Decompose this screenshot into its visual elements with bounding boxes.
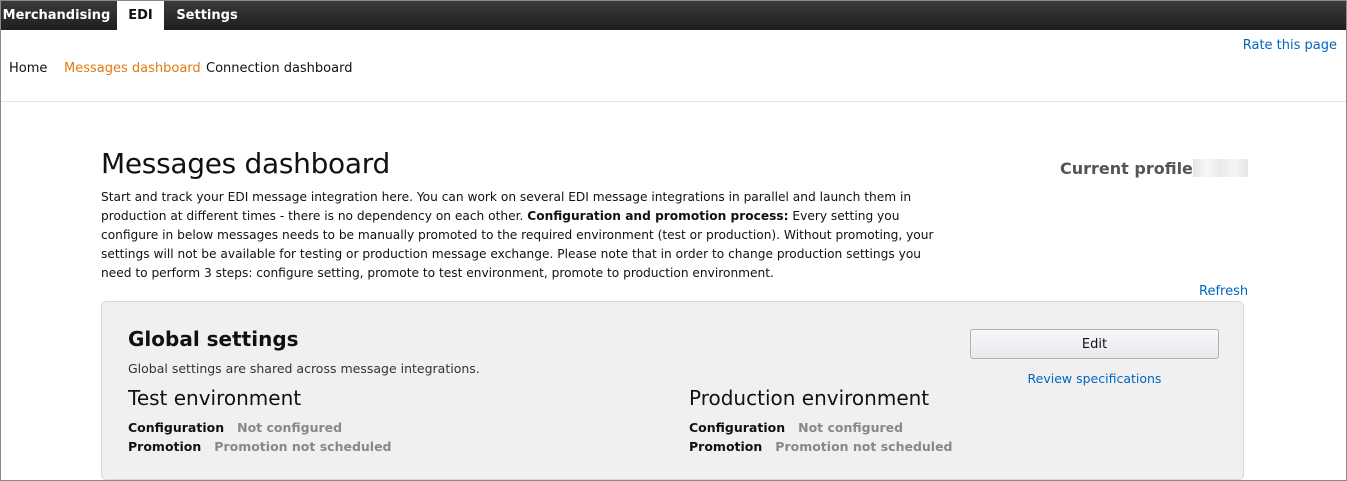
test-environment-title: Test environment [128,386,302,410]
current-profile: Current profile [1060,159,1248,178]
global-settings-panel: Global settings Global settings are shar… [101,301,1244,480]
tab-edi[interactable]: EDI [117,1,164,30]
global-settings-description: Global settings are shared across messag… [128,361,480,376]
tab-merchandising[interactable]: Merchandising [1,1,112,30]
intro-text: Start and track your EDI message integra… [101,190,912,223]
subnav-messages-dashboard-link[interactable]: Messages dashboard [64,61,201,76]
production-promotion-value: Promotion not scheduled [775,439,953,454]
edit-button[interactable]: Edit [970,329,1219,359]
test-configuration-label: Configuration [128,420,225,435]
production-configuration-row: Configuration Not configured [689,418,953,437]
page-title: Messages dashboard [101,147,390,180]
subnav-home-link[interactable]: Home [9,61,47,76]
test-configuration-row: Configuration Not configured [128,418,392,437]
test-promotion-label: Promotion [128,439,202,454]
production-promotion-row: Promotion Promotion not scheduled [689,437,953,456]
top-navigation-bar: Merchandising EDI Settings [1,1,1346,30]
refresh-link[interactable]: Refresh [1199,284,1248,299]
header-divider [1,101,1346,102]
rate-this-page-link[interactable]: Rate this page [1243,38,1337,53]
app-window: Merchandising EDI Settings Home Messages… [0,0,1347,481]
intro-paragraph: Start and track your EDI message integra… [101,188,951,283]
production-promotion-label: Promotion [689,439,763,454]
global-settings-title: Global settings [128,327,299,351]
current-profile-label: Current profile [1060,159,1193,178]
production-environment-title: Production environment [689,386,930,410]
review-specifications-link[interactable]: Review specifications [970,371,1219,386]
redacted-profile-name [1192,159,1248,177]
test-promotion-value: Promotion not scheduled [214,439,392,454]
test-configuration-value: Not configured [237,420,343,435]
test-promotion-row: Promotion Promotion not scheduled [128,437,392,456]
tab-settings[interactable]: Settings [168,1,246,30]
production-configuration-value: Not configured [798,420,904,435]
intro-bold-heading: Configuration and promotion process: [527,209,789,223]
test-environment-section: Test environment Configuration Not config… [128,386,392,456]
production-configuration-label: Configuration [689,420,786,435]
production-environment-section: Production environment Configuration Not … [689,386,953,456]
subnav-connection-dashboard-link[interactable]: Connection dashboard [206,61,352,76]
